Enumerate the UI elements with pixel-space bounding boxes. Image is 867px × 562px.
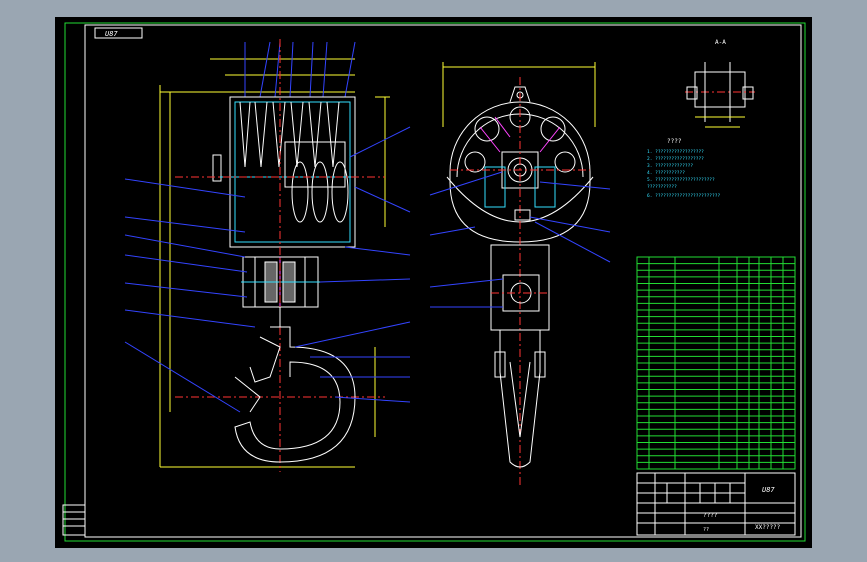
side-view (429, 62, 611, 487)
revision-table (62, 504, 86, 536)
front-view (124, 39, 411, 472)
technical-notes: ???? 1. ?????????????????? 2. ??????????… (647, 138, 720, 199)
qty-label: ?? (703, 527, 709, 533)
note-line: 2. ?????????????????? (647, 156, 704, 162)
section-view: A-A (685, 39, 755, 128)
note-line: 3. ?????????????? (647, 163, 693, 169)
corner-tag: U87 (94, 27, 143, 39)
corner-tag-text: U87 (105, 30, 118, 38)
drawing-sheet: U87 A-A ???? 1. ?????????????????? 2. ??… (55, 17, 812, 548)
note-line: 6. ???????????????????????? (647, 193, 720, 199)
note-line: 5. ?????????????????????? (647, 177, 715, 183)
cad-drawing: U87 A-A ???? 1. ?????????????????? 2. ??… (62, 22, 806, 542)
title-block: U87 ???? XX????? ?? (636, 472, 796, 536)
drawing-number: U87 (762, 486, 775, 494)
note-line: 1. ?????????????????? (647, 149, 704, 155)
outer-border (64, 22, 806, 542)
note-line: 4. ??????????? (647, 170, 685, 176)
drawing-name: ???? (703, 512, 718, 519)
company-name: XX????? (755, 524, 781, 531)
notes-title: ???? (667, 138, 682, 145)
note-line: ??????????? (647, 184, 677, 190)
parts-list (636, 256, 796, 470)
section-label: A-A (715, 39, 726, 46)
